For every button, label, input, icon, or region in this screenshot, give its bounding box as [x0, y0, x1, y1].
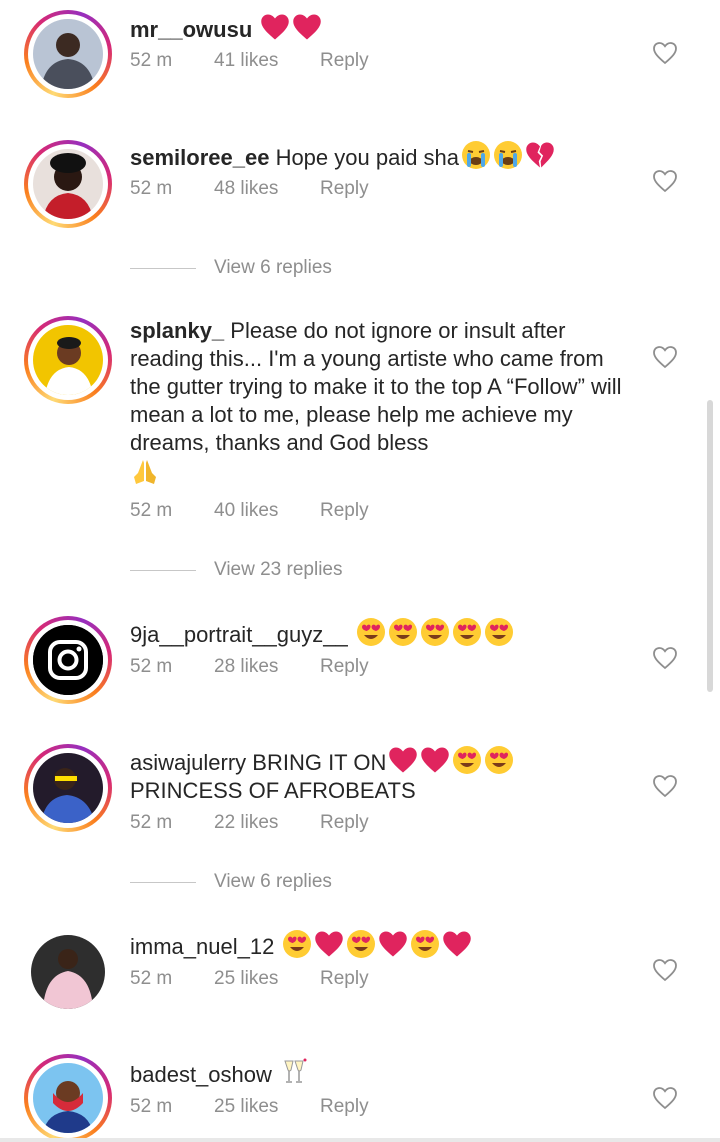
- like-count[interactable]: 25 likes: [214, 968, 320, 990]
- story-ring[interactable]: [24, 1054, 112, 1142]
- avatar[interactable]: [33, 149, 103, 219]
- comment-text: BRING IT ON: [252, 750, 387, 775]
- comment-time: 52 m: [130, 656, 173, 677]
- divider-line: [130, 569, 196, 571]
- heart-eyes-emoji: [484, 617, 514, 647]
- like-heart-icon[interactable]: [652, 345, 678, 369]
- view-replies-label[interactable]: View 6 replies: [214, 871, 332, 893]
- avatar[interactable]: [33, 19, 103, 89]
- like-count[interactable]: 48 likes: [214, 178, 320, 200]
- champagne-glasses-emoji: [280, 1057, 310, 1087]
- heart-eyes-emoji: [452, 745, 482, 775]
- username[interactable]: mr__owusu: [130, 17, 252, 42]
- like-count[interactable]: 40 likes: [214, 500, 320, 522]
- view-replies-button[interactable]: View 6 replies: [130, 257, 332, 279]
- reply-button[interactable]: Reply: [320, 500, 369, 522]
- comment-text: Hope you paid sha: [275, 145, 460, 170]
- avatar[interactable]: [33, 753, 103, 823]
- reply-button[interactable]: Reply: [320, 1096, 369, 1118]
- like-count[interactable]: 22 likes: [214, 812, 320, 834]
- reply-button[interactable]: Reply: [320, 656, 369, 678]
- like-heart-icon[interactable]: [652, 646, 678, 670]
- like-count[interactable]: 25 likes: [214, 1096, 320, 1118]
- reply-button[interactable]: Reply: [320, 812, 369, 834]
- divider-line: [130, 267, 196, 269]
- username[interactable]: asiwajulerry: [130, 750, 246, 775]
- comment-time: 52 m: [130, 50, 173, 71]
- reply-button[interactable]: Reply: [320, 50, 369, 72]
- view-replies-button[interactable]: View 23 replies: [130, 559, 343, 581]
- heart-eyes-emoji: [452, 617, 482, 647]
- comment-text-line2: PRINCESS OF AFROBEATS: [130, 778, 416, 803]
- comment-time: 52 m: [130, 968, 173, 989]
- instagram-logo-icon: [33, 625, 103, 695]
- comment-time: 52 m: [130, 178, 173, 199]
- red-heart-emoji: [314, 929, 344, 959]
- avatar[interactable]: [33, 625, 103, 695]
- view-replies-button[interactable]: View 6 replies: [130, 871, 332, 893]
- comment-time: 52 m: [130, 500, 173, 521]
- red-heart-emoji: [260, 12, 290, 42]
- avatar[interactable]: [33, 325, 103, 395]
- heart-eyes-emoji: [388, 617, 418, 647]
- divider-line: [130, 881, 196, 883]
- bottom-divider: [0, 1138, 720, 1142]
- avatar[interactable]: [31, 935, 105, 1009]
- heart-eyes-emoji: [282, 929, 312, 959]
- crying-face-emoji: [461, 140, 491, 170]
- red-heart-emoji: [442, 929, 472, 959]
- folded-hands-emoji: [130, 457, 160, 487]
- red-heart-emoji: [292, 12, 322, 42]
- avatar-container[interactable]: [24, 928, 112, 1016]
- username[interactable]: badest_oshow: [130, 1062, 272, 1087]
- story-ring[interactable]: [24, 316, 112, 404]
- like-heart-icon[interactable]: [652, 169, 678, 193]
- like-heart-icon[interactable]: [652, 41, 678, 65]
- username[interactable]: imma_nuel_12: [130, 934, 274, 959]
- heart-eyes-emoji: [410, 929, 440, 959]
- view-replies-label[interactable]: View 23 replies: [214, 559, 343, 581]
- red-heart-emoji: [420, 745, 450, 775]
- heart-eyes-emoji: [356, 617, 386, 647]
- broken-heart-emoji: [525, 140, 555, 170]
- username[interactable]: semiloree_ee: [130, 145, 269, 170]
- view-replies-label[interactable]: View 6 replies: [214, 257, 332, 279]
- comment-time: 52 m: [130, 1096, 173, 1117]
- username[interactable]: 9ja__portrait__guyz__: [130, 622, 348, 647]
- like-count[interactable]: 41 likes: [214, 50, 320, 72]
- comment-time: 52 m: [130, 812, 173, 833]
- like-heart-icon[interactable]: [652, 774, 678, 798]
- story-ring[interactable]: [24, 744, 112, 832]
- red-heart-emoji: [388, 745, 418, 775]
- story-ring[interactable]: [24, 140, 112, 228]
- avatar[interactable]: [33, 1063, 103, 1133]
- story-ring[interactable]: [24, 10, 112, 98]
- like-heart-icon[interactable]: [652, 958, 678, 982]
- red-heart-emoji: [378, 929, 408, 959]
- story-ring[interactable]: [24, 616, 112, 704]
- like-heart-icon[interactable]: [652, 1086, 678, 1110]
- scrollbar[interactable]: [707, 400, 713, 692]
- reply-button[interactable]: Reply: [320, 178, 369, 200]
- like-count[interactable]: 28 likes: [214, 656, 320, 678]
- heart-eyes-emoji: [484, 745, 514, 775]
- heart-eyes-emoji: [346, 929, 376, 959]
- heart-eyes-emoji: [420, 617, 450, 647]
- username[interactable]: splanky_: [130, 318, 224, 343]
- reply-button[interactable]: Reply: [320, 968, 369, 990]
- crying-face-emoji: [493, 140, 523, 170]
